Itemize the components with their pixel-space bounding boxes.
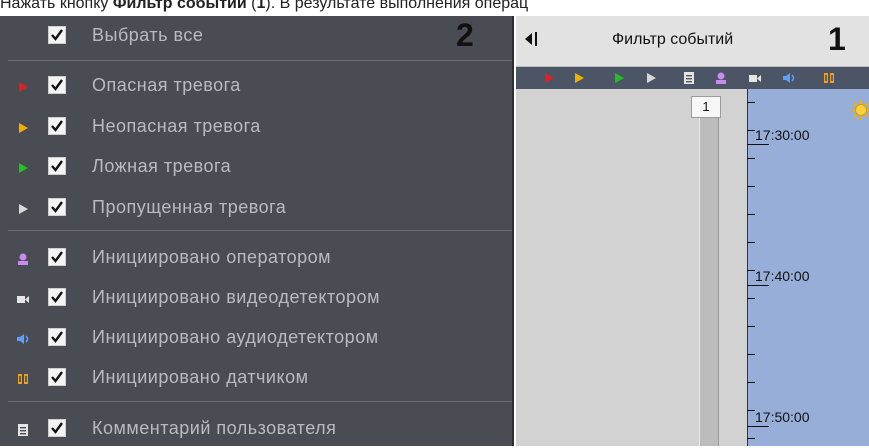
comment-icon [18,424,28,436]
triangle-icon [19,163,28,173]
time-label: 17:30:00 [755,127,810,143]
event-filter-button[interactable]: Фильтр событий [612,31,733,49]
filter-label: Инициировано аудиодетектором [92,327,379,347]
divider [8,230,512,231]
person-icon[interactable] [714,71,728,85]
timeline-panel: Фильтр событий 1 1 17:30:00 17:40:00 17:50… [516,16,869,446]
speaker-icon [17,334,29,344]
filter-checkbox[interactable] [48,117,66,135]
triangle-icon[interactable] [612,71,626,85]
triangle-icon[interactable] [572,71,586,85]
person-icon [18,253,28,265]
filter-checkbox[interactable] [48,419,66,437]
timeline-body[interactable]: 1 17:30:00 17:40:00 17:50:00 [516,89,869,446]
minor-tick [747,242,755,243]
triangle-icon[interactable] [542,71,556,85]
filter-checkbox[interactable] [48,248,66,266]
minor-tick [747,130,755,131]
filter-checkbox[interactable] [48,328,66,346]
sensor-icon[interactable] [822,71,836,85]
triangle-icon [19,123,28,133]
filter-row[interactable]: Инициировано видеодетектором [0,281,512,317]
select-all-checkbox[interactable] [48,26,66,44]
filter-label: Опасная тревога [92,75,241,95]
time-scale: 17:30:00 17:40:00 17:50:00 [747,89,869,446]
filter-label: Неопасная тревога [92,116,261,136]
filter-row[interactable]: Комментарий пользователя [0,412,512,448]
speaker-icon[interactable] [782,71,796,85]
filter-row[interactable]: Пропущенная тревога [0,191,512,227]
doc-text: ( [246,0,257,12]
time-label: 17:50:00 [755,409,810,425]
position-marker[interactable]: 1 [691,96,721,118]
minor-tick [747,158,755,159]
collapse-arrow-icon[interactable] [522,29,540,49]
triangle-icon[interactable] [644,71,658,85]
divider [8,401,512,402]
filter-row[interactable]: Опасная тревога [0,69,512,105]
minor-tick [747,382,755,383]
filter-checkbox[interactable] [48,157,66,175]
time-label: 17:40:00 [755,268,810,284]
doc-bold-text: Фильтр событий [112,0,247,12]
minor-tick [747,270,755,271]
sensor-icon [18,374,28,384]
minor-tick [747,102,755,103]
select-all-label: Выбрать все [92,25,204,45]
filter-label: Комментарий пользователя [92,418,337,438]
filter-checkbox[interactable] [48,288,66,306]
minor-tick [747,326,755,327]
filter-checkbox[interactable] [48,198,66,216]
minor-tick [747,354,755,355]
minor-tick [747,214,755,215]
event-filter-panel: 2 Выбрать все Опасная тревога Неопасная т… [0,16,514,446]
filter-label: Пропущенная тревога [92,197,287,217]
minor-tick [747,410,755,411]
sun-icon [851,100,869,120]
camera-icon[interactable] [748,71,762,85]
select-all-row[interactable]: Выбрать все [0,19,512,55]
major-tick [747,426,769,427]
minor-tick [747,298,755,299]
filter-row[interactable]: Инициировано оператором [0,241,512,277]
filter-row[interactable]: Ложная тревога [0,150,512,186]
major-tick [747,285,769,286]
filter-label: Ложная тревога [92,156,232,176]
filter-row[interactable]: Неопасная тревога [0,110,512,146]
comment-icon[interactable] [682,71,696,85]
doc-text: Нажать кнопку [0,0,113,12]
filter-label: Инициировано датчиком [92,367,309,387]
doc-text: ). В результате выполнения операц [265,0,529,12]
triangle-icon [19,204,28,214]
document-sentence: Нажать кнопку Фильтр событий (1). В резу… [0,0,869,14]
divider [8,60,512,61]
major-tick [747,144,769,145]
filter-row[interactable]: Инициировано датчиком [0,361,512,397]
filter-label: Инициировано оператором [92,247,332,267]
filter-checkbox[interactable] [48,76,66,94]
filter-row[interactable]: Инициировано аудиодетектором [0,321,512,357]
scale-axis [747,89,748,446]
minor-tick [747,186,755,187]
timeline-header: Фильтр событий 1 [516,16,869,67]
callout-marker-1: 1 [828,21,846,57]
triangle-icon [19,82,28,92]
event-type-toolbar [516,67,869,89]
filter-checkbox[interactable] [48,368,66,386]
minor-tick [747,438,755,439]
filter-label: Инициировано видеодетектором [92,287,380,307]
timeline-track[interactable] [699,99,719,446]
camera-icon [17,296,29,303]
